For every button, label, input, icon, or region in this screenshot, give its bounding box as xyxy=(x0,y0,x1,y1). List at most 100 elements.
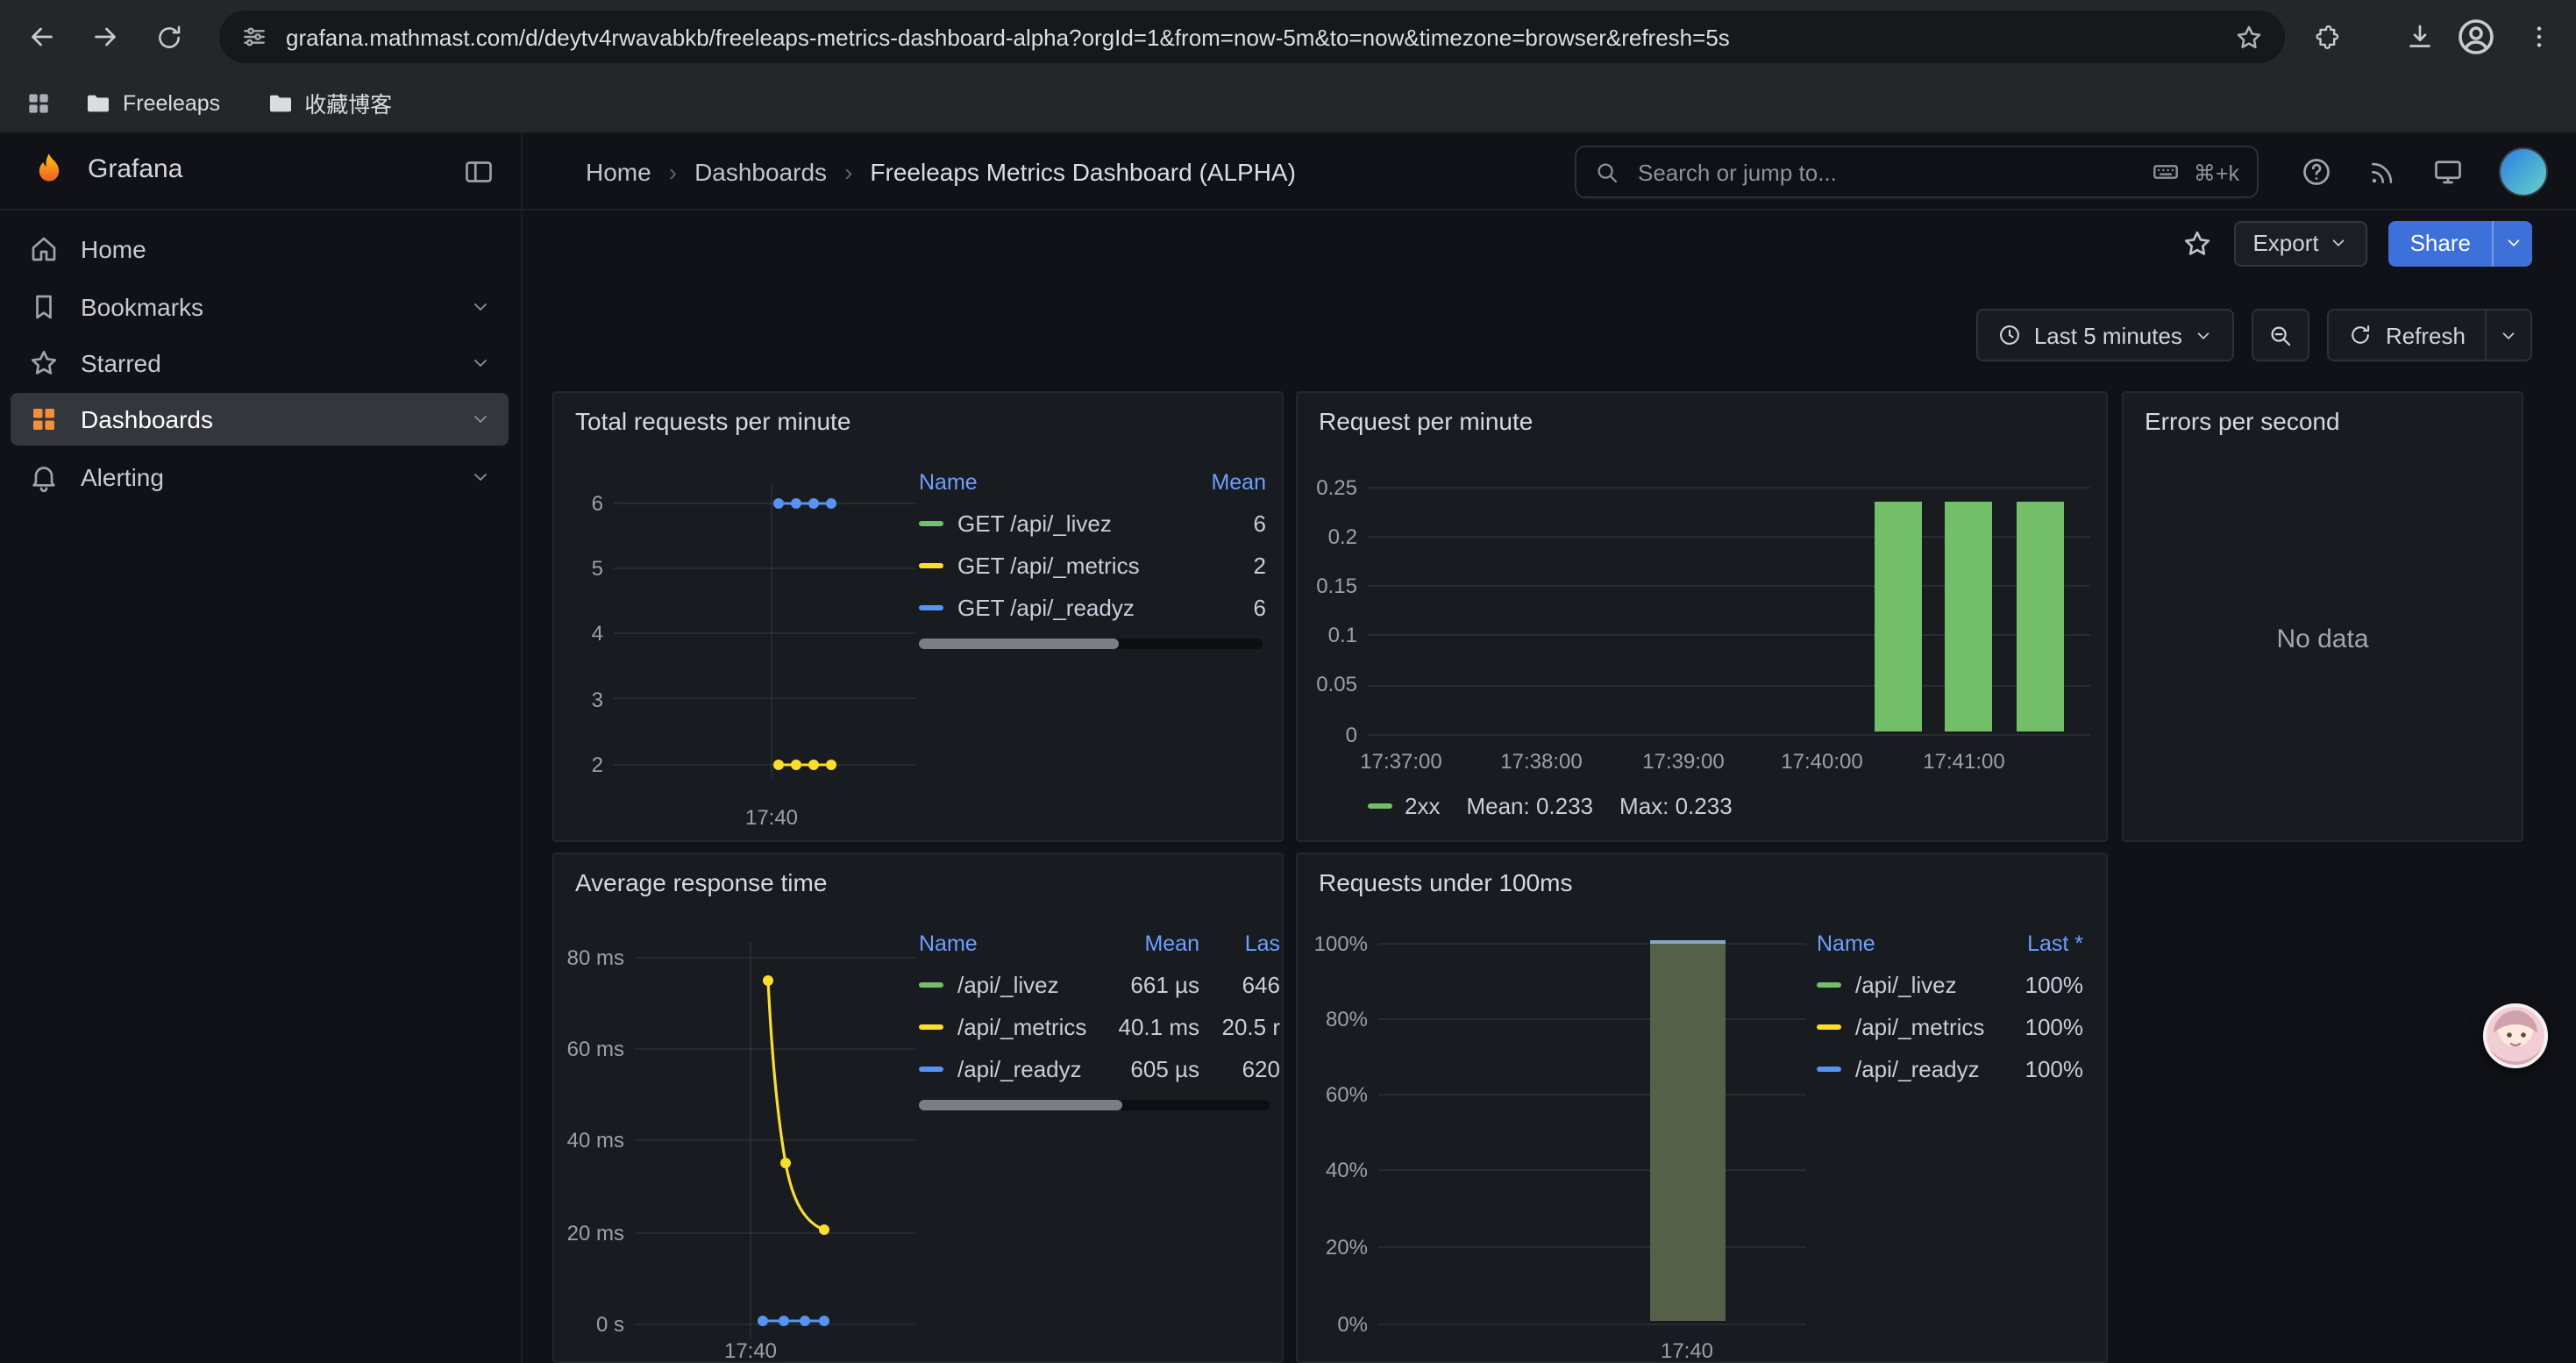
legend-row[interactable]: GET /api/_readyz 6 xyxy=(919,586,1266,628)
export-button[interactable]: Export xyxy=(2233,220,2367,266)
y-tick: 40% xyxy=(1301,1158,1368,1182)
scrollbar-thumb[interactable] xyxy=(919,639,1118,649)
grafana-logo[interactable] xyxy=(28,151,70,193)
legend-col-mean[interactable]: Mean xyxy=(1211,470,1266,495)
legend-col-last[interactable]: Las xyxy=(1199,931,1280,956)
bar-2xx[interactable] xyxy=(2017,501,2064,731)
user-avatar[interactable] xyxy=(2499,147,2548,196)
dock-sidebar-icon[interactable] xyxy=(463,156,495,188)
bar-under-100ms[interactable] xyxy=(1650,940,1726,1321)
apps-grid-icon[interactable] xyxy=(25,89,53,117)
panel-requests-under-100ms: Requests under 100ms 100% 80% 60% 40% 20… xyxy=(1296,853,2108,1363)
monitor-icon[interactable] xyxy=(2432,156,2464,188)
bookmark-folder-blogs[interactable]: 收藏博客 xyxy=(252,81,406,125)
refresh-icon xyxy=(2349,323,2373,347)
legend-row[interactable]: /api/_livez 661 µs 646 xyxy=(919,963,1280,1005)
reload-button[interactable] xyxy=(147,16,189,58)
panel-title[interactable]: Request per minute xyxy=(1319,407,1533,435)
sidebar-item-home[interactable]: Home xyxy=(11,223,509,275)
legend-col-last[interactable]: Last * xyxy=(2027,931,2083,956)
search-input[interactable] xyxy=(1634,157,2138,187)
sidebar-item-starred[interactable]: Starred xyxy=(11,337,509,389)
browser-chrome: grafana.mathmast.com/d/deytv4rwavabkb/fr… xyxy=(0,0,2576,133)
favorite-star-icon[interactable] xyxy=(2181,227,2212,259)
legend-row[interactable]: /api/_metrics 100% xyxy=(1817,1005,2083,1047)
url-text[interactable]: grafana.mathmast.com/d/deytv4rwavabkb/fr… xyxy=(286,24,2234,50)
legend-table: Name Last * /api/_livez 100% /api/_metri… xyxy=(1817,924,2083,1089)
y-tick: 0 s xyxy=(558,1312,624,1337)
series-metrics xyxy=(763,975,829,1235)
refresh-interval-button[interactable] xyxy=(2487,309,2532,361)
panel-title[interactable]: Total requests per minute xyxy=(575,407,850,435)
legend-row[interactable]: /api/_metrics 40.1 ms 20.5 r xyxy=(919,1005,1280,1047)
share-menu-button[interactable] xyxy=(2492,220,2532,266)
address-bar[interactable]: grafana.mathmast.com/d/deytv4rwavabkb/fr… xyxy=(219,11,2285,63)
bar-chart-grid[interactable] xyxy=(1378,942,1806,1331)
scrollbar-thumb[interactable] xyxy=(919,1100,1122,1110)
chevron-down-icon[interactable] xyxy=(470,353,491,374)
forward-button[interactable] xyxy=(84,16,126,58)
extensions-button[interactable] xyxy=(2304,16,2346,58)
floating-avatar[interactable] xyxy=(2483,1003,2548,1068)
bar-2xx[interactable] xyxy=(1945,501,1992,731)
breadcrumb-home[interactable]: Home xyxy=(586,158,651,186)
refresh-button[interactable]: Refresh xyxy=(2328,309,2487,361)
time-range-picker[interactable]: Last 5 minutes xyxy=(1976,309,2235,361)
bar-2xx[interactable] xyxy=(1875,501,1922,731)
legend[interactable]: 2xx Mean: 0.233 Max: 0.233 xyxy=(1368,793,1733,819)
browser-profile-button[interactable] xyxy=(2455,16,2497,58)
back-button[interactable] xyxy=(21,16,63,58)
bookmark-folder-freeleaps[interactable]: Freeleaps xyxy=(70,83,234,122)
breadcrumb-dashboards[interactable]: Dashboards xyxy=(669,158,827,186)
legend-row[interactable]: GET /api/_metrics 2 xyxy=(919,544,1266,586)
sidebar-item-bookmarks[interactable]: Bookmarks xyxy=(11,281,509,333)
bookmark-star-icon[interactable] xyxy=(2234,22,2264,52)
site-settings-icon[interactable] xyxy=(240,23,268,51)
help-icon[interactable] xyxy=(2301,156,2332,188)
legend-row[interactable]: /api/_readyz 605 µs 620 xyxy=(919,1047,1280,1089)
news-rss-icon[interactable] xyxy=(2367,157,2397,187)
zoom-out-button[interactable] xyxy=(2252,309,2310,361)
legend-col-name[interactable]: Name xyxy=(1817,931,1875,956)
export-label: Export xyxy=(2252,230,2318,256)
search-shortcut: ⌘+k xyxy=(2194,159,2239,185)
sidebar-item-alerting[interactable]: Alerting xyxy=(11,451,509,503)
sidebar-item-dashboards[interactable]: Dashboards xyxy=(11,393,509,446)
panel-title[interactable]: Errors per second xyxy=(2145,407,2340,435)
panel-title[interactable]: Requests under 100ms xyxy=(1319,868,1573,896)
panel-title[interactable]: Average response time xyxy=(575,868,827,896)
y-tick: 2 xyxy=(565,753,603,777)
series-name: /api/_metrics xyxy=(957,1013,1086,1039)
y-tick: 4 xyxy=(565,621,603,646)
keyboard-icon xyxy=(2152,158,2180,186)
search-bar[interactable]: ⌘+k xyxy=(1575,146,2259,198)
legend-col-mean[interactable]: Mean xyxy=(1094,931,1199,956)
browser-menu-button[interactable] xyxy=(2518,16,2560,58)
line-chart[interactable] xyxy=(614,484,915,786)
chevron-down-icon[interactable] xyxy=(470,409,491,430)
y-tick: 0 xyxy=(1305,723,1357,747)
legend-row[interactable]: GET /api/_livez 6 xyxy=(919,502,1266,544)
line-chart[interactable] xyxy=(635,942,915,1349)
series-name: /api/_livez xyxy=(1855,971,2011,997)
legend-col-name[interactable]: Name xyxy=(919,931,1094,956)
chevron-down-icon[interactable] xyxy=(470,296,491,318)
chevron-down-icon xyxy=(2503,233,2523,253)
legend-scrollbar[interactable] xyxy=(919,1100,1270,1110)
legend-col-name[interactable]: Name xyxy=(919,470,978,495)
share-button[interactable]: Share xyxy=(2389,220,2492,266)
legend-row[interactable]: /api/_livez 100% xyxy=(1817,963,2083,1005)
dashboard-toolbar: Export Share xyxy=(523,211,2576,275)
legend-table: Name Mean Las /api/_livez 661 µs 646 /ap… xyxy=(919,924,1280,1089)
bookmark-label: 收藏博客 xyxy=(304,86,392,119)
chevron-down-icon[interactable] xyxy=(470,467,491,488)
sidebar: Grafana Home Bookmarks Starred Dashboard… xyxy=(0,133,523,1363)
series-color-dash xyxy=(1817,981,1841,987)
legend-row[interactable]: /api/_readyz 100% xyxy=(1817,1047,2083,1089)
downloads-button[interactable] xyxy=(2399,16,2441,58)
legend-scrollbar[interactable] xyxy=(919,639,1263,649)
zoom-out-icon xyxy=(2268,322,2295,348)
browser-toolbar: grafana.mathmast.com/d/deytv4rwavabkb/fr… xyxy=(0,0,2576,74)
y-tick: 0% xyxy=(1301,1312,1368,1337)
grafana-app: Grafana Home Bookmarks Starred Dashboard… xyxy=(0,133,2576,1363)
